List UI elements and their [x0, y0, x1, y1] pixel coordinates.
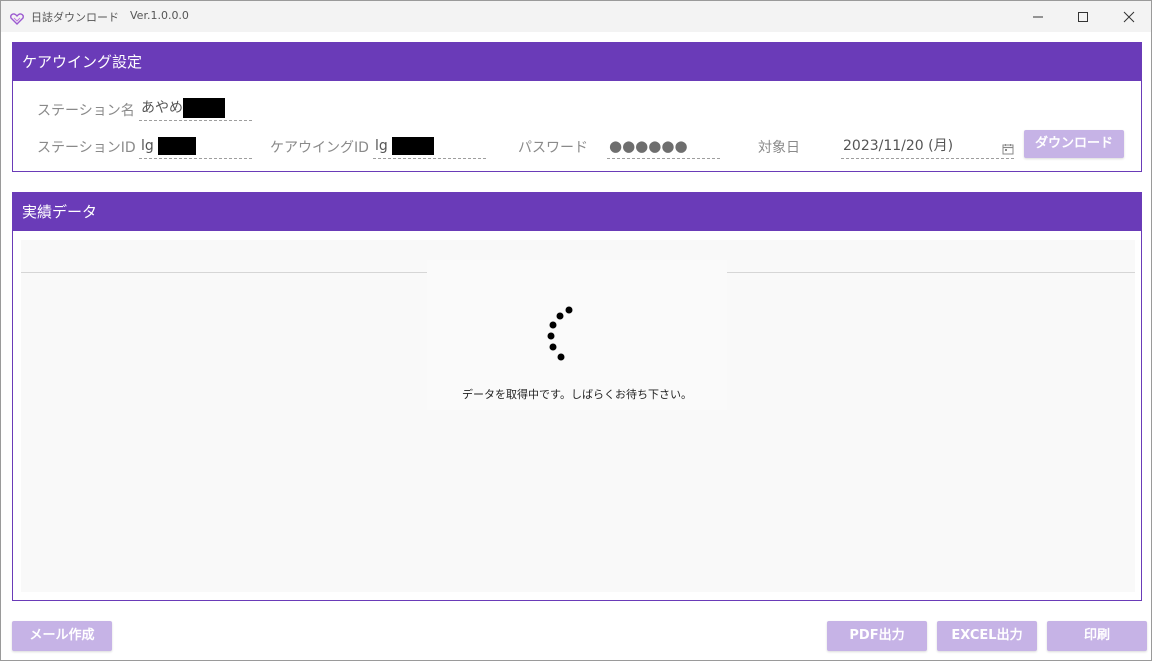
app-logo-icon [10, 10, 24, 25]
target-date-label: 対象日 [758, 140, 800, 156]
station-name-value: あやめ [141, 100, 183, 116]
redaction-block [183, 98, 225, 118]
station-id-label: ステーションID [37, 140, 136, 156]
close-icon [1123, 11, 1135, 22]
settings-panel-header: ケアウイング設定 [13, 43, 1141, 81]
station-id-field[interactable]: lg [139, 135, 252, 159]
maximize-button[interactable] [1060, 1, 1106, 32]
carewing-id-value: lg [375, 138, 388, 154]
password-label: パスワード [518, 140, 588, 156]
carewing-id-label: ケアウイングID [270, 140, 369, 156]
app-version: Ver.1.0.0.0 [130, 9, 189, 22]
pdf-export-button[interactable]: PDF出力 [827, 621, 927, 651]
create-mail-button[interactable]: メール作成 [12, 621, 112, 651]
station-name-field[interactable]: あやめ [139, 97, 252, 121]
window-title: 日誌ダウンロード [31, 11, 119, 24]
loading-spinner-icon [541, 303, 581, 365]
maximize-icon [1078, 11, 1088, 22]
loading-message: データを取得中です。しばらくお待ち下さい。 [462, 388, 692, 401]
carewing-id-field[interactable]: lg [373, 135, 486, 159]
station-id-value: lg [141, 138, 154, 154]
app-window: 日誌ダウンロード Ver.1.0.0.0 ケアウイング設定 ステーション名 あや… [0, 0, 1152, 661]
station-name-label: ステーション名 [37, 103, 135, 119]
calendar-icon[interactable] [1002, 140, 1014, 155]
redaction-block [392, 137, 435, 155]
minimize-button[interactable] [1015, 1, 1061, 32]
minimize-icon [1033, 16, 1043, 17]
results-panel-header: 実績データ [13, 193, 1141, 231]
print-button[interactable]: 印刷 [1047, 621, 1147, 651]
redaction-block [158, 137, 197, 155]
target-date-value: 2023/11/20 (月) [843, 138, 954, 154]
title-bar: 日誌ダウンロード Ver.1.0.0.0 [1, 1, 1151, 32]
target-date-picker[interactable]: 2023/11/20 (月) [841, 135, 1014, 159]
excel-export-button[interactable]: EXCEL出力 [937, 621, 1037, 651]
password-field[interactable]: ●●●●●● [607, 135, 720, 159]
download-button[interactable]: ダウンロード [1024, 130, 1124, 158]
close-button[interactable] [1106, 1, 1152, 32]
